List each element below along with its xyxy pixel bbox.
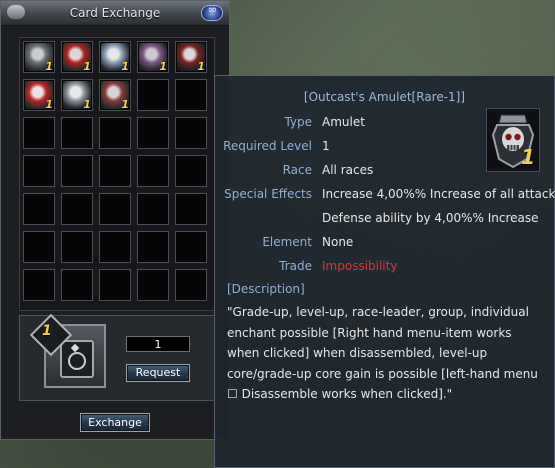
card-slot[interactable] bbox=[137, 79, 169, 111]
card-count: 1 bbox=[83, 98, 91, 111]
attr-label: Trade bbox=[279, 259, 312, 273]
card-slot[interactable]: 1 bbox=[137, 41, 169, 73]
card-count: 1 bbox=[45, 60, 53, 73]
close-icon: ∞ bbox=[207, 3, 217, 16]
card-count: 1 bbox=[197, 60, 205, 73]
level-badge-number: 1 bbox=[42, 323, 52, 339]
card-count: 1 bbox=[121, 98, 129, 111]
attr-value: Impossibility bbox=[322, 259, 398, 273]
card-slot[interactable] bbox=[99, 155, 131, 187]
card-slot[interactable] bbox=[137, 117, 169, 149]
quantity-input[interactable]: 1 bbox=[126, 336, 190, 352]
item-title: [Outcast's Amulet[Rare-1]] bbox=[303, 90, 466, 104]
exchange-panel: 1 1 Request bbox=[19, 313, 215, 401]
card-slot[interactable] bbox=[137, 269, 169, 301]
item-tooltip: [Outcast's Amulet[Rare-1]] 1 Type Amulet R… bbox=[214, 75, 555, 468]
card-count: 1 bbox=[121, 60, 129, 73]
attr-label: Element bbox=[262, 235, 312, 249]
attr-label bbox=[215, 210, 312, 226]
card-slot[interactable] bbox=[61, 155, 93, 187]
card-slot[interactable] bbox=[23, 155, 55, 187]
attr-value: Defense ability by 4,00%% Increase bbox=[322, 211, 539, 225]
card-slot[interactable] bbox=[175, 155, 207, 187]
card-slot[interactable] bbox=[175, 117, 207, 149]
card-slot[interactable] bbox=[99, 269, 131, 301]
card-slot[interactable] bbox=[175, 269, 207, 301]
window-title: Card Exchange bbox=[69, 6, 161, 20]
card-count: 1 bbox=[159, 60, 167, 73]
attr-label: Type bbox=[284, 115, 312, 129]
card-slot[interactable]: 1 bbox=[23, 41, 55, 73]
card-slot[interactable] bbox=[61, 117, 93, 149]
card-grid-frame: 1 1 1 1 1 1 1 1 bbox=[19, 37, 215, 311]
ring-gem-icon bbox=[70, 343, 80, 353]
card-slot[interactable]: 1 bbox=[23, 79, 55, 111]
attr-value: None bbox=[322, 235, 354, 249]
title-bar[interactable]: Card Exchange ∞ bbox=[1, 1, 229, 26]
attr-value: 1 bbox=[322, 139, 330, 153]
card-slot[interactable]: 1 bbox=[61, 79, 93, 111]
card-count: 1 bbox=[83, 60, 91, 73]
card-slot[interactable] bbox=[23, 231, 55, 263]
card-slot[interactable] bbox=[137, 231, 169, 263]
card-slot[interactable] bbox=[137, 193, 169, 225]
card-grid: 1 1 1 1 1 1 1 1 bbox=[23, 41, 207, 301]
exchange-button[interactable]: Exchange bbox=[80, 413, 150, 432]
card-slot[interactable]: 1 bbox=[99, 79, 131, 111]
amulet-icon: 1 bbox=[486, 108, 540, 172]
card-exchange-window: Card Exchange ∞ 1 1 1 1 1 1 1 1 1 1 Request Exc… bbox=[0, 0, 230, 440]
card-slot[interactable] bbox=[61, 193, 93, 225]
attr-label: Race bbox=[282, 163, 312, 177]
card-slot[interactable] bbox=[99, 117, 131, 149]
attr-value: All races bbox=[322, 163, 374, 177]
card-slot[interactable]: 1 bbox=[61, 41, 93, 73]
card-slot[interactable] bbox=[23, 117, 55, 149]
card-slot[interactable] bbox=[137, 155, 169, 187]
attr-value: Increase 4,00%% Increase of all attack bbox=[322, 187, 555, 201]
card-slot[interactable] bbox=[175, 231, 207, 263]
card-slot[interactable] bbox=[23, 193, 55, 225]
card-slot[interactable] bbox=[175, 193, 207, 225]
card-slot[interactable] bbox=[61, 231, 93, 263]
card-count: 1 bbox=[45, 98, 53, 111]
card-slot[interactable] bbox=[23, 269, 55, 301]
attr-value: Amulet bbox=[322, 115, 365, 129]
item-count: 1 bbox=[521, 145, 535, 169]
card-slot[interactable] bbox=[175, 79, 207, 111]
card-slot[interactable] bbox=[61, 269, 93, 301]
ring-card-icon bbox=[60, 340, 94, 378]
card-slot[interactable]: 1 bbox=[175, 41, 207, 73]
ring-icon bbox=[68, 352, 86, 370]
description-text: "Grade-up, level-up, race-leader, group,… bbox=[227, 305, 538, 401]
selected-card-slot[interactable]: 1 bbox=[29, 313, 106, 388]
card-slot[interactable] bbox=[99, 193, 131, 225]
request-button[interactable]: Request bbox=[126, 364, 190, 382]
attr-label: Special Effects bbox=[224, 187, 312, 201]
card-slot[interactable] bbox=[99, 231, 131, 263]
card-slot[interactable]: 1 bbox=[99, 41, 131, 73]
close-button[interactable]: ∞ bbox=[201, 3, 223, 21]
attr-label: Required Level bbox=[223, 139, 312, 153]
description-label: [Description] bbox=[227, 282, 305, 296]
